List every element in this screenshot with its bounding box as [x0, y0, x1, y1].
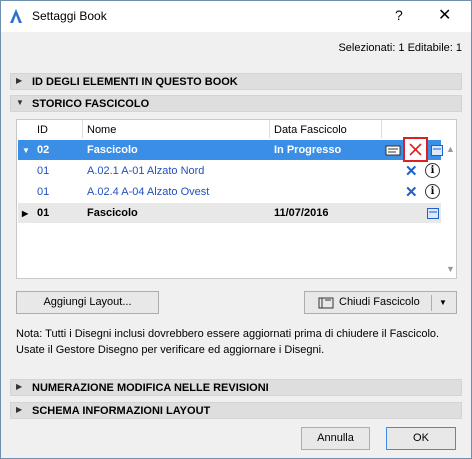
column-divider — [269, 120, 270, 138]
info-icon[interactable]: i — [425, 163, 440, 178]
expand-arrow-icon: ▶ — [16, 76, 23, 85]
row-name[interactable]: A.02.4 A-04 Alzato Ovest — [87, 186, 209, 198]
info-icon[interactable]: i — [425, 184, 440, 199]
split-divider — [431, 295, 432, 311]
column-header-name: Nome — [87, 124, 117, 136]
expand-arrow-icon[interactable]: ▶ — [22, 209, 28, 218]
table-row-issue-02[interactable]: ▼ 02 Fascicolo In Progresso — [18, 137, 443, 162]
remove-x-icon[interactable]: ✕ — [405, 183, 418, 201]
close-issue-button[interactable]: Chiudi Fascicolo ▼ — [304, 291, 457, 314]
ok-button[interactable]: OK — [386, 427, 456, 450]
scroll-down-icon[interactable]: ▼ — [446, 264, 455, 274]
dropdown-arrow-icon[interactable]: ▼ — [439, 292, 447, 313]
properties-icon[interactable] — [427, 208, 439, 219]
column-header-id: ID — [37, 124, 48, 136]
note-text: Nota: Tutti i Disegni inclusi dovrebbero… — [16, 328, 440, 356]
row-name[interactable]: A.02.1 A-01 Alzato Nord — [87, 165, 204, 177]
layout-book-icon[interactable] — [385, 145, 401, 156]
archicad-app-icon — [10, 9, 22, 23]
cancel-button[interactable]: Annulla — [301, 427, 370, 450]
collapse-arrow-icon: ▼ — [16, 98, 24, 107]
expand-arrow-icon: ▶ — [16, 382, 23, 391]
section-layout-info[interactable]: ▶ SCHEMA INFORMAZIONI LAYOUT — [10, 402, 462, 419]
table-row-drawing[interactable]: 01 A.02.4 A-04 Alzato Ovest ✕ i — [18, 182, 441, 202]
section-label: SCHEMA INFORMAZIONI LAYOUT — [32, 405, 211, 417]
layout-book-icon — [318, 297, 334, 309]
row-id: 01 — [37, 186, 50, 198]
book-settings-dialog: Settaggi Book ? ✕ Selezionati: 1 Editabi… — [0, 0, 472, 459]
section-label: STORICO FASCICOLO — [32, 98, 150, 110]
section-label: ID DEGLI ELEMENTI IN QUESTO BOOK — [32, 76, 238, 88]
table-row-drawing[interactable]: 01 A.02.1 A-01 Alzato Nord ✕ i — [18, 161, 441, 181]
close-window-button[interactable]: ✕ — [438, 5, 451, 25]
row-id: 01 — [37, 207, 50, 219]
delete-highlight-box[interactable] — [403, 137, 428, 162]
section-revision-numbering[interactable]: ▶ NUMERAZIONE MODIFICA NELLE REVISIONI — [10, 379, 462, 396]
table-row-issue-01[interactable]: ▶ 01 Fascicolo 11/07/2016 — [18, 203, 441, 223]
window-title: Settaggi Book — [32, 9, 107, 23]
issue-history-table: ID Nome Data Fascicolo ▼ 02 Fascicolo In… — [16, 119, 457, 279]
row-name: Fascicolo — [87, 144, 138, 156]
add-layout-button[interactable]: Aggiungi Layout... — [16, 291, 159, 314]
row-date: 11/07/2016 — [274, 207, 329, 219]
row-name: Fascicolo — [87, 207, 138, 219]
section-issue-history[interactable]: ▼ STORICO FASCICOLO — [10, 95, 462, 112]
column-header-date: Data Fascicolo — [274, 124, 347, 136]
scroll-up-icon[interactable]: ▲ — [446, 144, 455, 154]
delete-x-icon — [409, 143, 422, 156]
close-issue-label: Chiudi Fascicolo — [339, 296, 420, 308]
help-button[interactable]: ? — [395, 7, 403, 23]
title-bar: Settaggi Book ? ✕ — [1, 1, 471, 32]
remove-x-icon[interactable]: ✕ — [405, 162, 418, 180]
expand-arrow-icon: ▶ — [16, 405, 23, 414]
row-id: 01 — [37, 165, 50, 177]
section-label: NUMERAZIONE MODIFICA NELLE REVISIONI — [32, 382, 269, 394]
column-divider — [381, 120, 382, 138]
column-divider — [82, 120, 83, 138]
collapse-arrow-icon[interactable]: ▼ — [22, 146, 30, 155]
row-date: In Progresso — [274, 144, 342, 156]
selection-info: Selezionati: 1 Editabile: 1 — [338, 42, 462, 54]
section-book-ids[interactable]: ▶ ID DEGLI ELEMENTI IN QUESTO BOOK — [10, 73, 462, 90]
properties-icon[interactable] — [431, 145, 443, 156]
row-id: 02 — [37, 144, 50, 156]
